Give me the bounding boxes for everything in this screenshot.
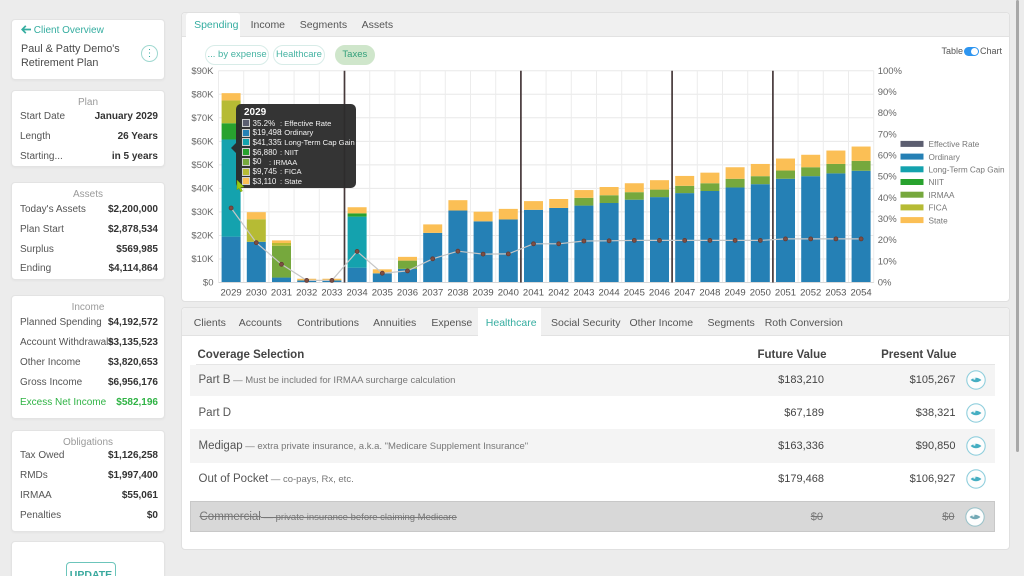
svg-text:2050: 2050 — [749, 288, 770, 299]
svg-text:$80K: $80K — [191, 89, 214, 100]
svg-text:$50K: $50K — [191, 160, 214, 171]
svg-text:10%: 10% — [877, 256, 897, 267]
svg-text:Effective Rate: Effective Rate — [928, 140, 979, 149]
svg-text:$90K: $90K — [191, 66, 214, 77]
svg-text:2052: 2052 — [800, 288, 821, 299]
svg-text:2043: 2043 — [573, 288, 594, 299]
svg-text:2040: 2040 — [497, 288, 518, 299]
svg-text:80%: 80% — [877, 108, 897, 119]
svg-text:Long-Term Cap Gain: Long-Term Cap Gain — [928, 166, 1004, 175]
svg-text:90%: 90% — [877, 87, 897, 98]
svg-text:2051: 2051 — [774, 288, 795, 299]
svg-text:2054: 2054 — [850, 288, 871, 299]
svg-text:$60K: $60K — [191, 136, 214, 147]
svg-text:State: State — [928, 216, 948, 225]
svg-text:$0: $0 — [202, 278, 213, 289]
svg-text:NIIT: NIIT — [928, 178, 943, 187]
svg-text:2048: 2048 — [699, 288, 720, 299]
svg-text:30%: 30% — [877, 214, 897, 225]
svg-text:2044: 2044 — [598, 288, 619, 299]
svg-text:2045: 2045 — [623, 288, 644, 299]
svg-text:20%: 20% — [877, 235, 897, 246]
svg-text:2030: 2030 — [245, 288, 266, 299]
svg-text:$20K: $20K — [191, 231, 214, 242]
svg-text:2034: 2034 — [346, 288, 367, 299]
svg-text:2037: 2037 — [422, 288, 443, 299]
svg-text:2038: 2038 — [447, 288, 468, 299]
svg-text:$40K: $40K — [191, 183, 214, 194]
svg-text:40%: 40% — [877, 193, 897, 204]
svg-text:2029: 2029 — [220, 288, 241, 299]
svg-text:0%: 0% — [877, 278, 891, 289]
svg-text:2053: 2053 — [825, 288, 846, 299]
svg-text:2033: 2033 — [321, 288, 342, 299]
svg-text:2031: 2031 — [270, 288, 291, 299]
svg-text:2032: 2032 — [296, 288, 317, 299]
svg-text:FICA: FICA — [928, 204, 947, 213]
svg-text:IRMAA: IRMAA — [928, 191, 954, 200]
svg-text:50%: 50% — [877, 172, 897, 183]
svg-text:2041: 2041 — [522, 288, 543, 299]
svg-text:$70K: $70K — [191, 113, 214, 124]
svg-text:100%: 100% — [877, 66, 902, 77]
svg-text:2039: 2039 — [472, 288, 493, 299]
svg-text:2042: 2042 — [548, 288, 569, 299]
svg-text:2046: 2046 — [648, 288, 669, 299]
svg-text:Ordinary: Ordinary — [928, 153, 960, 162]
svg-text:2035: 2035 — [371, 288, 392, 299]
svg-text:2049: 2049 — [724, 288, 745, 299]
svg-text:$30K: $30K — [191, 207, 214, 218]
svg-text:2036: 2036 — [396, 288, 417, 299]
svg-text:60%: 60% — [877, 151, 897, 162]
svg-text:2047: 2047 — [674, 288, 695, 299]
svg-text:70%: 70% — [877, 129, 897, 140]
svg-text:$10K: $10K — [191, 254, 214, 265]
